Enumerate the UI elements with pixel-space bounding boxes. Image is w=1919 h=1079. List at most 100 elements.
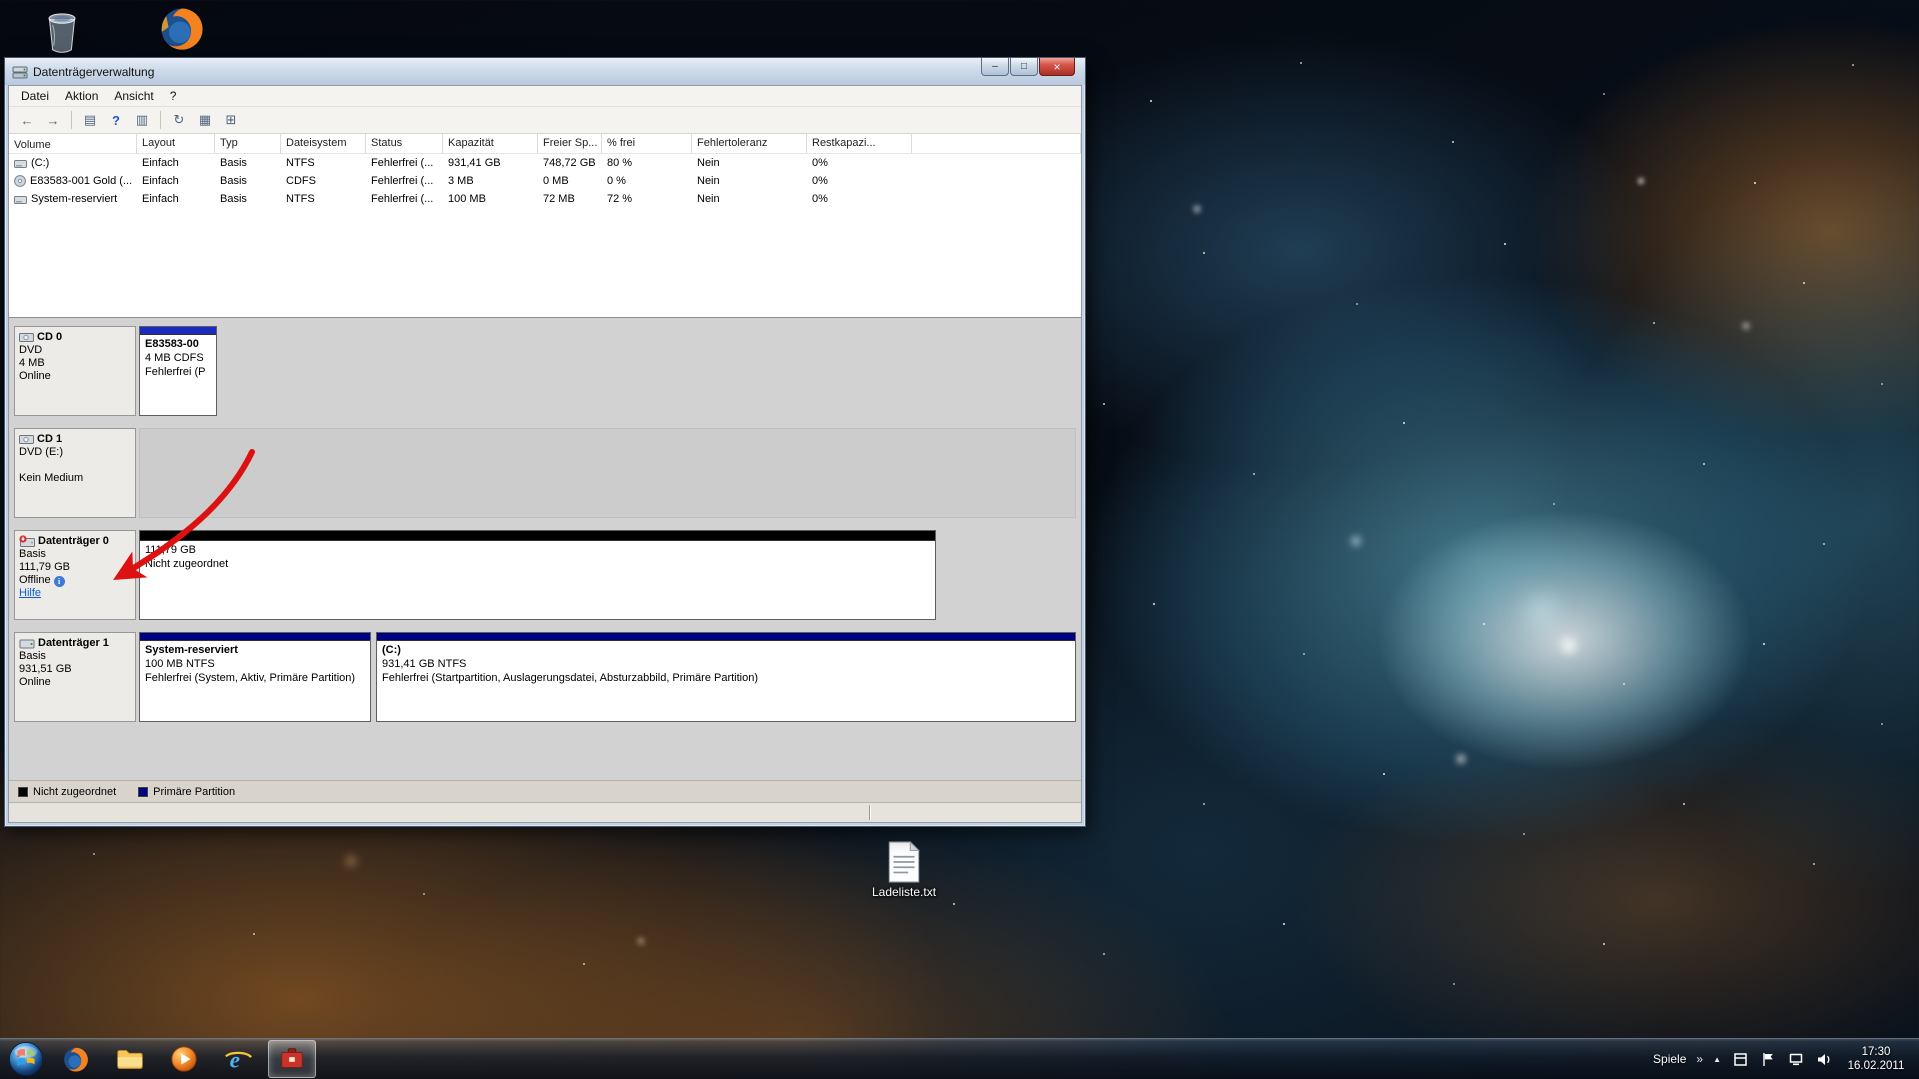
primary-partition-stripe [140, 633, 370, 641]
explorer-taskbar-button[interactable] [106, 1040, 154, 1078]
menu-hilfe[interactable]: ? [162, 87, 185, 105]
active-window-taskbar-button[interactable] [268, 1040, 316, 1078]
disk0-label[interactable]: Datenträger 0 Basis 111,79 GB Offline i … [14, 530, 136, 620]
disk-management-window: Datenträgerverwaltung – □ × Datei Aktion… [4, 57, 1086, 827]
volume-icon[interactable] [1815, 1050, 1833, 1068]
folder-icon [117, 1050, 143, 1069]
cd1-label[interactable]: CD 1 DVD (E:) Kein Medium [14, 428, 136, 518]
system-reserved-partition[interactable]: System-reserviert 100 MB NTFS Fehlerfrei… [139, 632, 371, 722]
action-pane-icon[interactable]: ▥ [130, 109, 154, 131]
firefox-glyph [161, 8, 203, 50]
window-titlebar[interactable]: Datenträgerverwaltung – □ × [5, 58, 1085, 85]
internet-explorer-taskbar-button[interactable]: e [214, 1040, 262, 1078]
hilfe-link[interactable]: Hilfe [19, 587, 41, 599]
cd0-label[interactable]: CD 0 DVD 4 MB Online [14, 326, 136, 416]
disk0-unallocated-partition[interactable]: 111,79 GB Nicht zugeordnet [139, 530, 936, 620]
media-player-taskbar-button[interactable] [160, 1040, 208, 1078]
menu-aktion[interactable]: Aktion [57, 87, 106, 105]
menu-ansicht[interactable]: Ansicht [106, 87, 161, 105]
toolbar-separator [71, 111, 72, 129]
legend-unallocated: Nicht zugeordnet [18, 786, 116, 798]
col-restkapaz[interactable]: Restkapazi... [807, 134, 912, 153]
drive-icon [14, 159, 27, 168]
firefox-taskbar-button[interactable] [52, 1040, 100, 1078]
unallocated-color-swatch [18, 786, 28, 797]
network-icon[interactable] [1787, 1050, 1805, 1068]
drive-icon [14, 195, 27, 204]
window-body: Datei Aktion Ansicht ? ← → ▤ ? ▥ ↻ ▦ ⊞ V… [8, 85, 1082, 823]
console-tree-icon[interactable]: ▤ [78, 109, 102, 131]
start-button[interactable] [0, 1039, 52, 1079]
action-center-flag-icon[interactable] [1759, 1050, 1777, 1068]
volume-row-c[interactable]: (C:) Einfach Basis NTFS Fehlerfrei (... … [9, 154, 1081, 172]
ladeliste-file-icon[interactable]: Ladeliste.txt [872, 841, 936, 899]
clock-time: 17:30 [1861, 1046, 1891, 1058]
clock-date: 16.02.2011 [1847, 1060, 1905, 1072]
disk-row-cd0: CD 0 DVD 4 MB Online E83583-00 4 MB CDFS… [14, 326, 1076, 416]
col-pct-frei[interactable]: % frei [602, 134, 692, 153]
cd0-partition[interactable]: E83583-00 4 MB CDFS Fehlerfrei (P [139, 326, 217, 416]
menu-datei[interactable]: Datei [13, 87, 57, 105]
window-title: Datenträgerverwaltung [33, 64, 155, 79]
toolbar: ← → ▤ ? ▥ ↻ ▦ ⊞ [9, 107, 1081, 134]
cd-icon [14, 175, 26, 187]
refresh-icon[interactable]: ↻ [167, 109, 191, 131]
unallocated-stripe [140, 531, 935, 541]
col-freier-sp[interactable]: Freier Sp... [538, 134, 602, 153]
spiele-toolbar-label[interactable]: Spiele [1653, 1052, 1686, 1066]
back-icon[interactable]: ← [15, 109, 39, 131]
recycle-bin-glyph [48, 13, 76, 53]
disk-icon [19, 639, 35, 648]
minimize-button[interactable]: – [981, 58, 1009, 76]
disk-row-cd1: CD 1 DVD (E:) Kein Medium [14, 428, 1076, 518]
window-controls: – □ × [981, 58, 1075, 76]
statusbar-divider [869, 805, 871, 820]
rescan-disks-icon[interactable]: ▦ [193, 109, 217, 131]
c-drive-partition[interactable]: (C:) 931,41 GB NTFS Fehlerfrei (Startpar… [376, 632, 1076, 722]
show-hidden-icons-button[interactable]: ▲ [1713, 1055, 1721, 1064]
toolbar-separator [160, 111, 161, 129]
offline-disk-icon [19, 534, 35, 547]
help-icon[interactable]: ? [104, 109, 128, 131]
col-status[interactable]: Status [366, 134, 443, 153]
primary-color-swatch [138, 786, 149, 797]
disk-management-window-icon [12, 66, 28, 78]
file-label: Ladeliste.txt [871, 885, 937, 899]
legend: Nicht zugeordnet Primäre Partition [9, 780, 1081, 802]
primary-partition-stripe [377, 633, 1075, 641]
col-layout[interactable]: Layout [137, 134, 215, 153]
taskbar-app-buttons: e [52, 1040, 316, 1078]
col-kapazitaet[interactable]: Kapazität [443, 134, 538, 153]
graphical-view-pane: CD 0 DVD 4 MB Online E83583-00 4 MB CDFS… [9, 318, 1081, 780]
volume-row-cd[interactable]: E83583-001 Gold (... Einfach Basis CDFS … [9, 172, 1081, 190]
toolbar-expand-chevron-icon[interactable]: » [1696, 1052, 1703, 1066]
maximize-button[interactable]: □ [1010, 58, 1038, 76]
col-fehlertoleranz[interactable]: Fehlertoleranz [692, 134, 807, 153]
volume-row-system[interactable]: System-reserviert Einfach Basis NTFS Feh… [9, 190, 1081, 208]
firefox-desktop-icon[interactable] [150, 2, 214, 54]
col-filler [912, 134, 1081, 153]
disk-row-disk0: Datenträger 0 Basis 111,79 GB Offline i … [14, 530, 1076, 620]
recycle-bin-icon[interactable] [30, 4, 94, 56]
offline-status: Offline [19, 574, 51, 586]
col-typ[interactable]: Typ [215, 134, 281, 153]
active-app-icon [281, 1048, 303, 1068]
taskbar: e Spiele » ▲ 17:30 16.02.2011 [0, 1038, 1919, 1079]
info-icon[interactable]: i [53, 576, 65, 587]
svg-text:e: e [230, 1047, 240, 1073]
col-dateisystem[interactable]: Dateisystem [281, 134, 366, 153]
close-button[interactable]: × [1039, 58, 1075, 76]
disk-row-disk1: Datenträger 1 Basis 931,51 GB Online Sys… [14, 632, 1076, 722]
cd-drive-icon [19, 332, 34, 342]
taskbar-clock[interactable]: 17:30 16.02.2011 [1843, 1045, 1909, 1073]
properties-icon[interactable]: ⊞ [219, 109, 243, 131]
windows-update-icon[interactable] [1731, 1050, 1749, 1068]
forward-icon[interactable]: → [41, 109, 65, 131]
col-volume[interactable]: Volume [9, 134, 137, 153]
wallpaper-bright-stars [0, 0, 2, 2]
firefox-icon [64, 1047, 88, 1072]
system-tray: Spiele » ▲ 17:30 16.02.2011 [1653, 1045, 1919, 1073]
disk1-label[interactable]: Datenträger 1 Basis 931,51 GB Online [14, 632, 136, 722]
internet-explorer-icon: e [225, 1047, 252, 1073]
volume-table-header: Volume Layout Typ Dateisystem Status Kap… [9, 134, 1081, 154]
